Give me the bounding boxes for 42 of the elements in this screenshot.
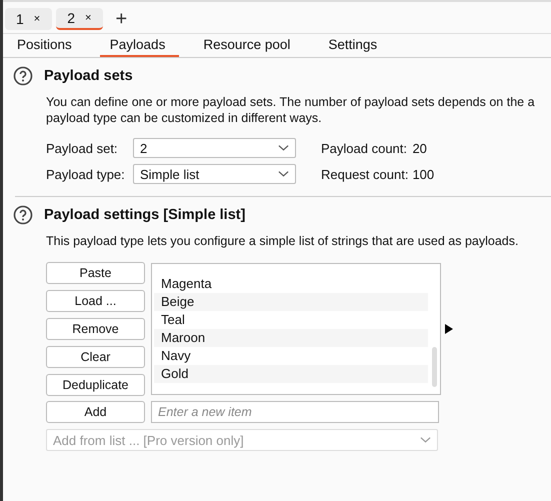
request-tab[interactable]: 1 × [5, 8, 52, 30]
tab[interactable]: Payloads [100, 34, 180, 57]
section-title: Payload sets [44, 68, 133, 84]
triangle-icon [445, 324, 453, 334]
field-label: Payload type: [46, 166, 126, 182]
section-description: This payload type lets you configure a simple list of strings that are used as payloads. [46, 233, 520, 249]
list-item[interactable]: Magenta [154, 275, 428, 293]
add-button[interactable]: Add [46, 401, 145, 423]
section-title: Payload settings [Simple list] [44, 207, 246, 223]
close-icon[interactable]: × [34, 13, 40, 25]
request-tab[interactable]: 2 × [56, 8, 104, 30]
list-item[interactable]: Beige [154, 293, 428, 311]
help-icon[interactable] [13, 66, 33, 86]
list-item[interactable]: Gold [154, 365, 428, 383]
tab[interactable]: Settings [318, 34, 392, 57]
list-action-button[interactable]: Remove [46, 318, 145, 340]
tab[interactable]: Positions [7, 34, 86, 57]
list-action-button[interactable]: Load ... [46, 290, 145, 312]
field-label: Payload count: [321, 140, 408, 156]
list-action-button[interactable]: Clear [46, 346, 145, 368]
payload-set-dropdown[interactable]: 2 [133, 138, 296, 158]
request-count: 100 [412, 166, 434, 182]
list-action-button[interactable]: Paste [46, 262, 145, 284]
payload-list[interactable]: Magenta Beige Teal Maroon Navy Gold [151, 263, 441, 395]
tab[interactable]: Resource pool [193, 34, 304, 57]
list-item[interactable]: Maroon [154, 329, 428, 347]
new-item-input[interactable]: Enter a new item [151, 401, 439, 423]
list-item[interactable]: Navy [154, 347, 428, 365]
help-icon[interactable] [13, 205, 33, 225]
section-description: You can define one or more payload sets. The number of payload sets depends on the a payload type can be customized in different ways. [46, 94, 536, 126]
close-icon[interactable]: × [85, 12, 92, 24]
chevron-down-icon [278, 170, 289, 178]
field-label: Payload set: [46, 140, 119, 156]
payload-count: 20 [412, 140, 428, 156]
list-item[interactable]: Teal [154, 311, 428, 329]
scrollbar[interactable] [432, 347, 437, 387]
list-action-button[interactable]: Deduplicate [46, 374, 145, 396]
new-tab-button[interactable]: + [115, 8, 128, 30]
chevron-down-icon [278, 144, 289, 152]
field-label: Request count: [321, 166, 408, 182]
payload-type-dropdown[interactable]: Simple list [133, 164, 296, 184]
chevron-down-icon [420, 436, 431, 444]
